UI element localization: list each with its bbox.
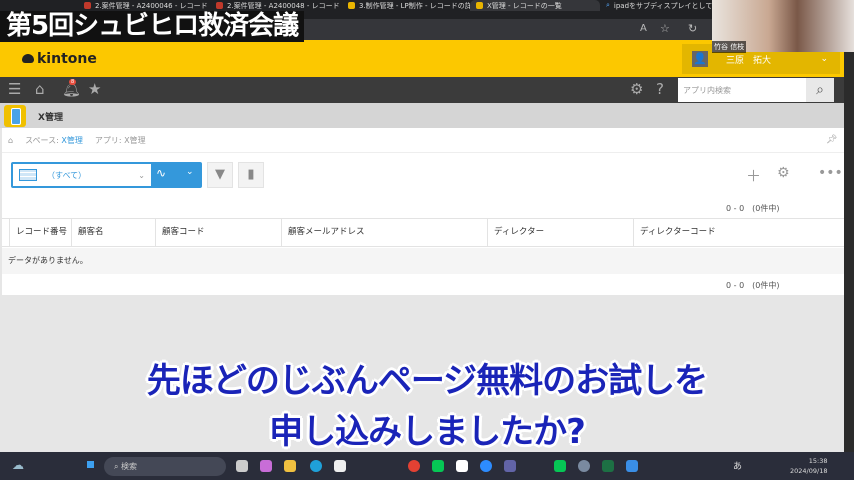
column-header[interactable]: ディレクターコード: [633, 218, 844, 247]
edge-icon[interactable]: [310, 460, 322, 472]
app-title: X管理: [38, 113, 63, 123]
graph-icon[interactable]: ∿: [156, 166, 166, 180]
filter-icon[interactable]: ▼: [207, 162, 233, 188]
breadcrumb-app[interactable]: アプリ: X管理: [95, 135, 146, 146]
zoom-icon[interactable]: [480, 460, 492, 472]
taskbar-search-label: 検索: [121, 462, 138, 471]
column-header[interactable]: 顧客名: [71, 218, 155, 247]
column-header[interactable]: レコード番号: [9, 218, 71, 247]
favorite-star-icon[interactable]: ☆: [660, 22, 670, 35]
column-header[interactable]: 顧客コード: [155, 218, 281, 247]
user-avatar-icon: 👤: [692, 51, 708, 67]
tab-label: 3.制作管理 - LP制作 - レコードの詳: [359, 1, 470, 10]
chevron-down-icon: ⌄: [820, 54, 828, 64]
time: 15:38: [808, 457, 828, 465]
notification-badge: 8: [69, 79, 77, 85]
browser-tab[interactable]: 2.案件管理 - A2400046 - レコードの: [78, 0, 208, 11]
space-link[interactable]: X管理: [61, 136, 82, 145]
settings-icon[interactable]: [578, 460, 590, 472]
webcam-feed: 竹谷 信枝: [712, 0, 854, 53]
read-aloud-icon[interactable]: A: [640, 23, 647, 34]
store-icon[interactable]: [334, 460, 346, 472]
record-count-bottom: 0 - 0 (0件中): [726, 281, 780, 290]
line-icon[interactable]: [432, 460, 444, 472]
webcam-name: 竹谷 信枝: [712, 41, 747, 53]
add-record-icon[interactable]: ＋: [746, 165, 761, 186]
clock[interactable]: 15:38 2024/09/18: [790, 456, 827, 476]
view-dropdown[interactable]: （すべて） ⌄: [13, 164, 151, 186]
notion-icon[interactable]: [456, 460, 468, 472]
app-search-input[interactable]: アプリ内検索: [678, 78, 806, 102]
breadcrumb: ⌂ スペース: X管理 アプリ: X管理: [2, 128, 844, 153]
tab-label: 2.案件管理 - A2400048 - レコードの: [227, 1, 340, 10]
space-label: スペース:: [25, 135, 59, 145]
chart-icon[interactable]: ▮: [238, 162, 264, 188]
excel-icon[interactable]: [602, 460, 614, 472]
empty-message: データがありません。: [2, 248, 844, 274]
home-icon[interactable]: ⌂: [35, 80, 45, 98]
browser-tab[interactable]: 3.制作管理 - LP制作 - レコードの詳: [342, 0, 470, 11]
subtitle-line-2: 申し込みしましたか?: [269, 412, 586, 452]
column-header[interactable]: 顧客メールアドレス: [281, 218, 487, 247]
taskbar-search[interactable]: ⌕ 検索: [104, 457, 226, 476]
chevron-down-icon: ⌄: [138, 170, 145, 180]
home-icon[interactable]: ⌂: [8, 136, 13, 145]
settings-gear-icon[interactable]: ⚙: [630, 80, 643, 98]
weather-icon[interactable]: ☁: [12, 458, 24, 472]
view-selected: （すべて）: [47, 170, 87, 180]
tab-label: ipadをサブディスプレイとして使う win: [613, 1, 712, 10]
settings-gear-icon[interactable]: ⚙: [777, 165, 790, 181]
search-icon[interactable]: ⌕: [806, 78, 834, 102]
help-icon[interactable]: ?: [656, 80, 664, 98]
chrome-icon[interactable]: [408, 460, 420, 472]
app-icon: [4, 105, 26, 127]
tab-label: X管理 - レコードの一覧: [487, 1, 562, 10]
refresh-icon[interactable]: ↻: [688, 22, 697, 35]
logo-text: kintone: [37, 51, 97, 67]
video-title-overlay: 第5回シュビヒロ救済会議: [0, 11, 305, 42]
pin-icon[interactable]: 📌︎: [826, 135, 837, 145]
browser-tab[interactable]: ⌕ipadをサブディスプレイとして使う win: [600, 0, 712, 11]
record-count-top: 0 - 0 (0件中): [726, 204, 780, 213]
date: 2024/09/18: [790, 467, 828, 475]
browser-tab[interactable]: 2.案件管理 - A2400048 - レコードの: [210, 0, 340, 11]
breadcrumb-space: スペース: X管理: [25, 135, 83, 146]
ime-indicator[interactable]: あ: [733, 459, 742, 472]
favorites-star-icon[interactable]: ★: [88, 80, 101, 98]
task-view-icon[interactable]: [236, 460, 248, 472]
app-title-bar: X管理: [0, 103, 854, 128]
menu-icon[interactable]: ☰: [8, 80, 21, 98]
user-name: 三原 拓大: [726, 55, 772, 66]
tab-label: 2.案件管理 - A2400046 - レコードの: [95, 1, 208, 10]
photos-icon[interactable]: [626, 460, 638, 472]
more-options-icon[interactable]: •••: [818, 165, 843, 181]
subtitle-line-1: 先ほどのじぶんページ無料のお試しを: [146, 361, 708, 401]
start-icon[interactable]: [84, 458, 97, 471]
teams-icon[interactable]: [504, 460, 516, 472]
browser-tab-active[interactable]: X管理 - レコードの一覧: [470, 0, 600, 11]
line-icon[interactable]: [554, 460, 566, 472]
table-view-icon: [19, 169, 37, 181]
kintone-logo[interactable]: kintone: [22, 51, 97, 67]
copilot-icon[interactable]: [260, 460, 272, 472]
file-explorer-icon[interactable]: [284, 460, 296, 472]
chevron-down-icon[interactable]: ⌄: [186, 167, 194, 177]
column-header[interactable]: ディレクター: [487, 218, 633, 247]
